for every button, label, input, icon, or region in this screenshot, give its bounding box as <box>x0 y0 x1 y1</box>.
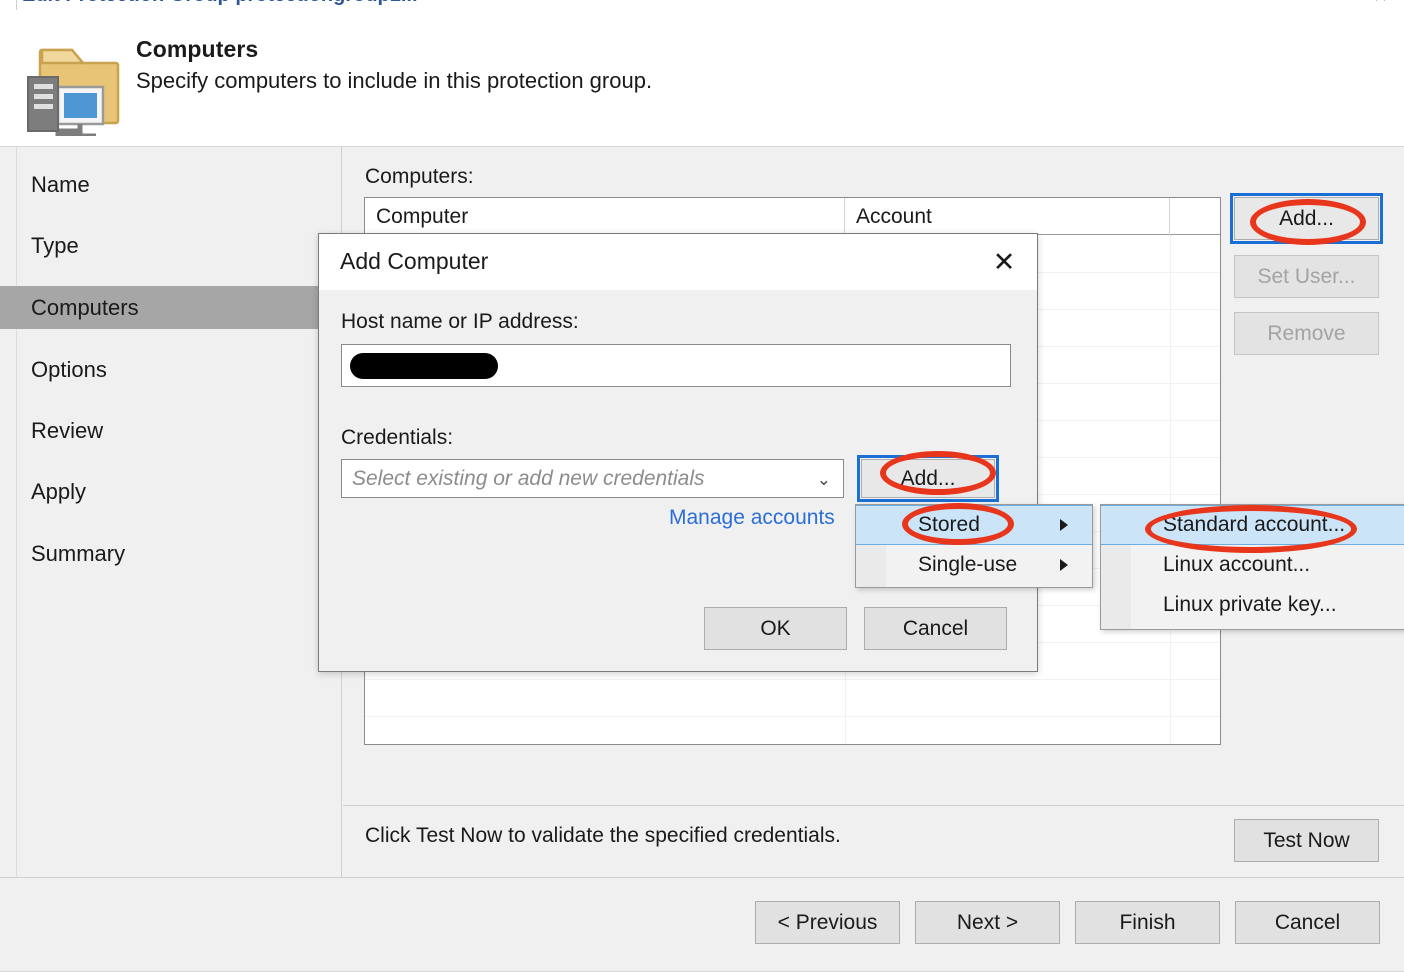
grid-row-line <box>365 679 1220 680</box>
finish-button[interactable]: Finish <box>1075 901 1220 944</box>
credentials-placeholder: Select existing or add new credentials <box>352 467 705 490</box>
sidebar-item-type[interactable]: Type <box>0 224 342 267</box>
menu-item-label: Linux private key... <box>1163 593 1337 616</box>
page-subtitle: Specify computers to include in this pro… <box>136 68 653 93</box>
host-name-input[interactable] <box>341 344 1011 387</box>
sidebar-item-name[interactable]: Name <box>0 163 342 206</box>
grid-header-row: Computer Account <box>365 198 1220 235</box>
window-controls[interactable]: – ✕ <box>1342 0 1396 7</box>
chevron-down-icon: ⌄ <box>816 470 831 489</box>
wizard-footer: < Previous Next > Finish Cancel <box>0 877 1404 972</box>
add-credentials-button[interactable]: Add... <box>857 455 999 502</box>
sidebar-item-label: Type <box>31 232 79 258</box>
menu-item-stored[interactable]: Stored <box>856 505 1092 545</box>
add-computer-dialog: Add Computer ✕ Host name or IP address: … <box>318 233 1038 672</box>
cancel-button[interactable]: Cancel <box>1235 901 1380 944</box>
dialog-ok-button[interactable]: OK <box>704 607 847 650</box>
remove-button[interactable]: Remove <box>1234 312 1379 355</box>
next-button[interactable]: Next > <box>915 901 1060 944</box>
computers-folder-icon <box>16 32 120 139</box>
sidebar-item-label: Computers <box>31 294 139 320</box>
sidebar-item-options[interactable]: Options <box>0 348 342 391</box>
test-now-button[interactable]: Test Now <box>1234 819 1379 862</box>
previous-button[interactable]: < Previous <box>755 901 900 944</box>
sidebar-item-review[interactable]: Review <box>0 409 342 452</box>
page-title: Computers <box>136 36 259 62</box>
menu-item-label: Single-use <box>918 553 1018 576</box>
dialog-titlebar: Add Computer ✕ <box>319 234 1037 290</box>
grid-row-line <box>365 716 1220 717</box>
stored-submenu: Standard account... Linux account... Lin… <box>1100 504 1404 630</box>
column-header-extra[interactable] <box>1170 198 1222 235</box>
edit-protection-group-wizard: Edit Protection Group protectiongroup1..… <box>0 0 1404 972</box>
test-credentials-strip: Click Test Now to validate the specified… <box>343 805 1404 877</box>
sidebar-item-summary[interactable]: Summary <box>0 532 342 575</box>
chevron-right-icon <box>1060 559 1068 571</box>
menu-item-label: Stored <box>918 513 980 536</box>
menu-item-label: Linux account... <box>1163 553 1311 576</box>
credentials-select[interactable]: Select existing or add new credentials ⌄ <box>341 459 844 498</box>
menu-item-standard-account[interactable]: Standard account... <box>1101 505 1404 545</box>
credentials-add-menu: Stored Single-use <box>855 504 1093 588</box>
close-icon[interactable]: ✕ <box>983 242 1025 282</box>
sidebar-item-computers[interactable]: Computers <box>0 286 342 329</box>
credentials-label: Credentials: <box>341 426 454 449</box>
wizard-steps-sidebar: Name Type Computers Options Review Apply… <box>0 147 342 877</box>
grid-column-divider-2 <box>1170 235 1171 744</box>
manage-accounts-link[interactable]: Manage accounts <box>669 506 835 530</box>
wizard-header: Computers Specify computers to include i… <box>0 10 1404 147</box>
dialog-cancel-button[interactable]: Cancel <box>864 607 1007 650</box>
menu-item-label: Standard account... <box>1163 513 1346 536</box>
window-title: Edit Protection Group protectiongroup1..… <box>22 0 418 7</box>
host-name-label: Host name or IP address: <box>341 310 579 333</box>
computers-list-label: Computers: <box>365 165 474 188</box>
titlebar-left-edge <box>16 0 17 10</box>
sidebar-item-label: Review <box>31 417 104 443</box>
test-hint-text: Click Test Now to validate the specified… <box>365 824 841 847</box>
set-user-button[interactable]: Set User... <box>1234 255 1379 298</box>
window-titlebar: Edit Protection Group protectiongroup1..… <box>0 0 1404 10</box>
column-header-account[interactable]: Account <box>845 198 1170 235</box>
sidebar-item-apply[interactable]: Apply <box>0 470 342 513</box>
sidebar-item-label: Apply <box>31 478 87 504</box>
column-header-computer[interactable]: Computer <box>365 198 845 235</box>
sidebar-item-label: Summary <box>31 540 126 566</box>
add-computer-button[interactable]: Add... <box>1230 193 1383 244</box>
redaction-bar <box>350 353 498 379</box>
menu-item-linux-private-key[interactable]: Linux private key... <box>1101 585 1404 625</box>
sidebar-item-label: Name <box>31 171 90 197</box>
menu-item-single-use[interactable]: Single-use <box>856 545 1092 585</box>
dialog-title: Add Computer <box>340 248 489 274</box>
sidebar-item-label: Options <box>31 356 107 382</box>
menu-item-linux-account[interactable]: Linux account... <box>1101 545 1404 585</box>
chevron-right-icon <box>1060 519 1068 531</box>
